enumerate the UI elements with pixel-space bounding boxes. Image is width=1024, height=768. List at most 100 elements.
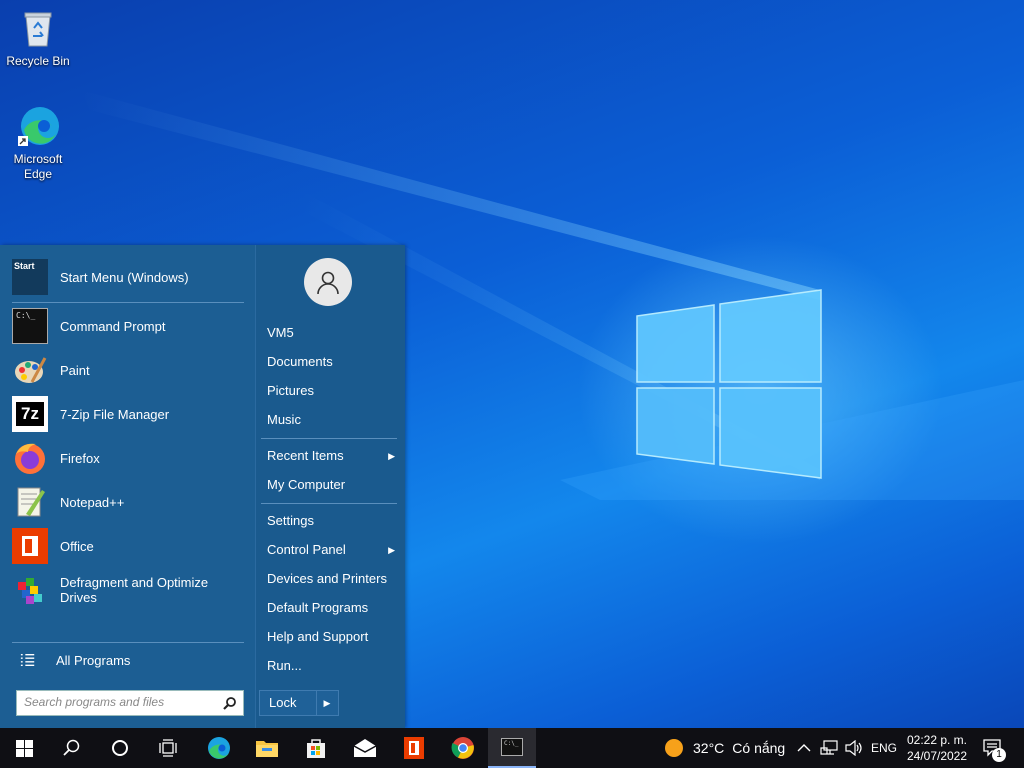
list-icon <box>20 653 35 667</box>
submenu-arrow-icon: ▶ <box>388 451 395 461</box>
desktop-icon-recycle-bin[interactable]: Recycle Bin <box>6 6 70 69</box>
program-label-line2: Drives <box>60 590 97 605</box>
taskbar-store[interactable] <box>292 728 340 768</box>
task-view-button[interactable] <box>144 728 192 768</box>
network-button[interactable] <box>820 728 838 768</box>
task-view-icon <box>159 739 177 757</box>
program-label: 7-Zip File Manager <box>60 406 170 422</box>
taskbar-edge[interactable] <box>195 728 243 768</box>
taskbar: C:\_ 32°C Có nắng ENG 02:22 p. m. 24/07/… <box>0 728 1024 768</box>
clock-date: 24/07/2022 <box>906 749 968 763</box>
program-label: Defragment and Optimize <box>60 575 209 590</box>
taskbar-search-button[interactable] <box>48 728 96 768</box>
link-pictures[interactable]: Pictures <box>267 380 399 402</box>
link-default-programs[interactable]: Default Programs <box>267 597 399 619</box>
volume-icon <box>845 740 862 756</box>
cortana-button[interactable] <box>96 728 144 768</box>
chrome-icon <box>451 737 474 759</box>
start-menu-icon: Start <box>12 259 48 295</box>
taskbar-mail[interactable] <box>341 728 389 768</box>
all-programs-label: All Programs <box>56 652 131 668</box>
start-menu-places-column: VM5 Documents Pictures Music Recent Item… <box>255 245 405 728</box>
cmd-icon: C:\_ <box>12 308 48 344</box>
show-hidden-icons-button[interactable] <box>797 728 811 768</box>
chevron-up-icon <box>797 744 811 752</box>
taskbar-file-explorer[interactable] <box>243 728 291 768</box>
separator <box>261 503 397 504</box>
program-label: Start Menu (Windows) <box>60 269 189 285</box>
program-defragment[interactable]: Defragment and Optimize Drives <box>12 568 244 612</box>
link-my-computer[interactable]: My Computer <box>267 474 399 496</box>
language-indicator[interactable]: ENG <box>871 728 897 768</box>
all-programs-button[interactable]: All Programs <box>12 638 244 682</box>
user-name-link[interactable]: VM5 <box>267 322 399 344</box>
desktop-icon-label: Microsoft Edge <box>13 152 63 181</box>
program-7zip[interactable]: 7z 7-Zip File Manager <box>12 392 244 436</box>
clock-time: 02:22 p. m. <box>906 733 968 747</box>
search-placeholder: Search programs and files <box>24 695 165 709</box>
taskbar-chrome[interactable] <box>439 728 487 768</box>
lock-button-group: Lock ▶ <box>259 690 339 716</box>
start-menu-programs-column: Start Start Menu (Windows) C:\_ Command … <box>0 245 254 728</box>
store-icon <box>307 739 325 758</box>
weather-condition: Có nắng <box>732 740 786 756</box>
windows-logo <box>636 289 822 479</box>
link-help-support[interactable]: Help and Support <box>267 626 399 648</box>
paint-icon <box>15 357 47 383</box>
edge-icon <box>208 737 230 759</box>
program-office[interactable]: Office <box>12 524 244 568</box>
link-label: Recent Items <box>267 448 344 463</box>
program-label: Paint <box>60 362 90 378</box>
program-label: Office <box>60 538 94 554</box>
start-menu: Start Start Menu (Windows) C:\_ Command … <box>0 245 405 728</box>
volume-button[interactable] <box>845 728 863 768</box>
program-paint[interactable]: Paint <box>12 348 244 392</box>
lock-options-arrow-icon[interactable]: ▶ <box>317 691 337 715</box>
link-control-panel[interactable]: Control Panel ▶ <box>267 539 399 561</box>
link-recent-items[interactable]: Recent Items ▶ <box>267 445 399 467</box>
taskbar-cmd-active[interactable]: C:\_ <box>488 728 536 768</box>
taskbar-office[interactable] <box>390 728 438 768</box>
program-notepadpp[interactable]: Notepad++ <box>12 480 244 524</box>
office-icon <box>12 528 48 564</box>
network-icon <box>820 740 838 755</box>
separator <box>12 302 244 303</box>
program-firefox[interactable]: Firefox <box>12 436 244 480</box>
submenu-arrow-icon: ▶ <box>388 545 395 555</box>
user-avatar[interactable] <box>304 258 352 306</box>
user-icon <box>317 271 339 295</box>
mail-icon <box>353 739 377 757</box>
weather-widget[interactable]: 32°C Có nắng <box>664 728 785 768</box>
link-documents[interactable]: Documents <box>267 351 399 373</box>
lock-button[interactable]: Lock <box>260 691 317 715</box>
start-button[interactable] <box>0 728 48 768</box>
firefox-icon <box>15 443 45 474</box>
link-run[interactable]: Run... <box>267 655 399 677</box>
program-label: Firefox <box>60 450 100 466</box>
pinned-start-menu-settings[interactable]: Start Start Menu (Windows) <box>12 255 244 299</box>
search-icon <box>223 697 236 710</box>
program-label: Notepad++ <box>60 494 125 510</box>
link-settings[interactable]: Settings <box>267 510 399 532</box>
start-icon <box>15 739 33 757</box>
notepadpp-icon <box>17 487 45 517</box>
desktop-icon-label: Recycle Bin <box>6 54 70 68</box>
sun-icon <box>665 739 683 757</box>
notification-badge: 1 <box>992 748 1006 762</box>
weather-temp: 32°C <box>693 740 725 756</box>
separator <box>261 438 397 439</box>
link-devices-printers[interactable]: Devices and Printers <box>267 568 399 590</box>
program-label: Command Prompt <box>60 318 166 334</box>
cortana-icon <box>112 740 128 756</box>
7zip-icon: 7z <box>12 396 48 432</box>
defrag-icon <box>18 578 42 604</box>
search-icon <box>63 739 80 756</box>
notification-center-button[interactable]: 1 <box>982 728 1006 768</box>
desktop-icon-edge[interactable]: Microsoft Edge <box>6 104 70 182</box>
link-music[interactable]: Music <box>267 409 399 431</box>
program-command-prompt[interactable]: C:\_ Command Prompt <box>12 304 244 348</box>
clock[interactable]: 02:22 p. m. 24/07/2022 <box>904 728 970 768</box>
search-input[interactable]: Search programs and files <box>16 690 244 716</box>
office-icon <box>404 737 424 759</box>
edge-icon <box>18 107 59 146</box>
